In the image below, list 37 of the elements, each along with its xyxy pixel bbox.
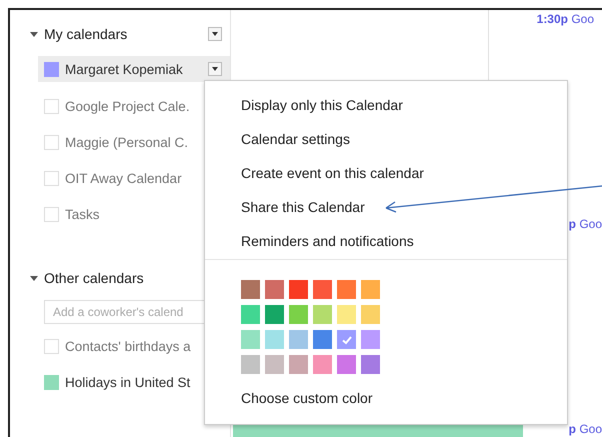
collapse-triangle-icon[interactable] (30, 276, 38, 280)
calendar-item[interactable]: Margaret Kopemiak (38, 56, 230, 82)
color-swatch[interactable] (265, 330, 284, 349)
menu-item[interactable]: Reminders and notifications (205, 231, 414, 265)
dropdown-icon[interactable] (208, 62, 222, 76)
color-swatch[interactable] (289, 330, 308, 349)
section-title: My calendars (44, 26, 128, 42)
section-title: Other calendars (44, 270, 144, 286)
color-swatch[interactable] (289, 355, 308, 374)
calendar-checkbox[interactable] (44, 374, 59, 390)
color-swatch[interactable] (241, 330, 260, 349)
color-swatch[interactable] (265, 305, 284, 324)
color-swatch[interactable] (265, 355, 284, 374)
event-label[interactable]: p Goo (568, 215, 602, 420)
color-swatch[interactable] (265, 280, 284, 299)
color-swatch[interactable] (361, 305, 380, 324)
color-swatch[interactable] (313, 305, 332, 324)
calendar-item[interactable]: Contacts' birthdays a (38, 334, 230, 358)
color-swatch[interactable] (361, 330, 380, 349)
collapse-triangle-icon[interactable] (30, 32, 38, 36)
color-swatch[interactable] (241, 355, 260, 374)
color-swatch[interactable] (313, 280, 332, 299)
color-swatch[interactable] (337, 330, 356, 349)
calendar-checkbox[interactable] (44, 62, 59, 76)
color-swatch[interactable] (241, 280, 260, 299)
color-swatch[interactable] (337, 355, 356, 374)
color-swatch[interactable] (337, 280, 356, 299)
color-swatch[interactable] (337, 305, 356, 324)
color-swatch[interactable] (361, 280, 380, 299)
color-swatch[interactable] (361, 355, 380, 374)
color-swatch[interactable] (289, 305, 308, 324)
dropdown-icon[interactable] (208, 27, 222, 41)
color-swatch[interactable] (313, 330, 332, 349)
event-label[interactable]: p Goo (568, 420, 602, 436)
color-swatch[interactable] (241, 305, 260, 324)
color-swatch[interactable] (313, 355, 332, 374)
color-swatch[interactable] (289, 280, 308, 299)
